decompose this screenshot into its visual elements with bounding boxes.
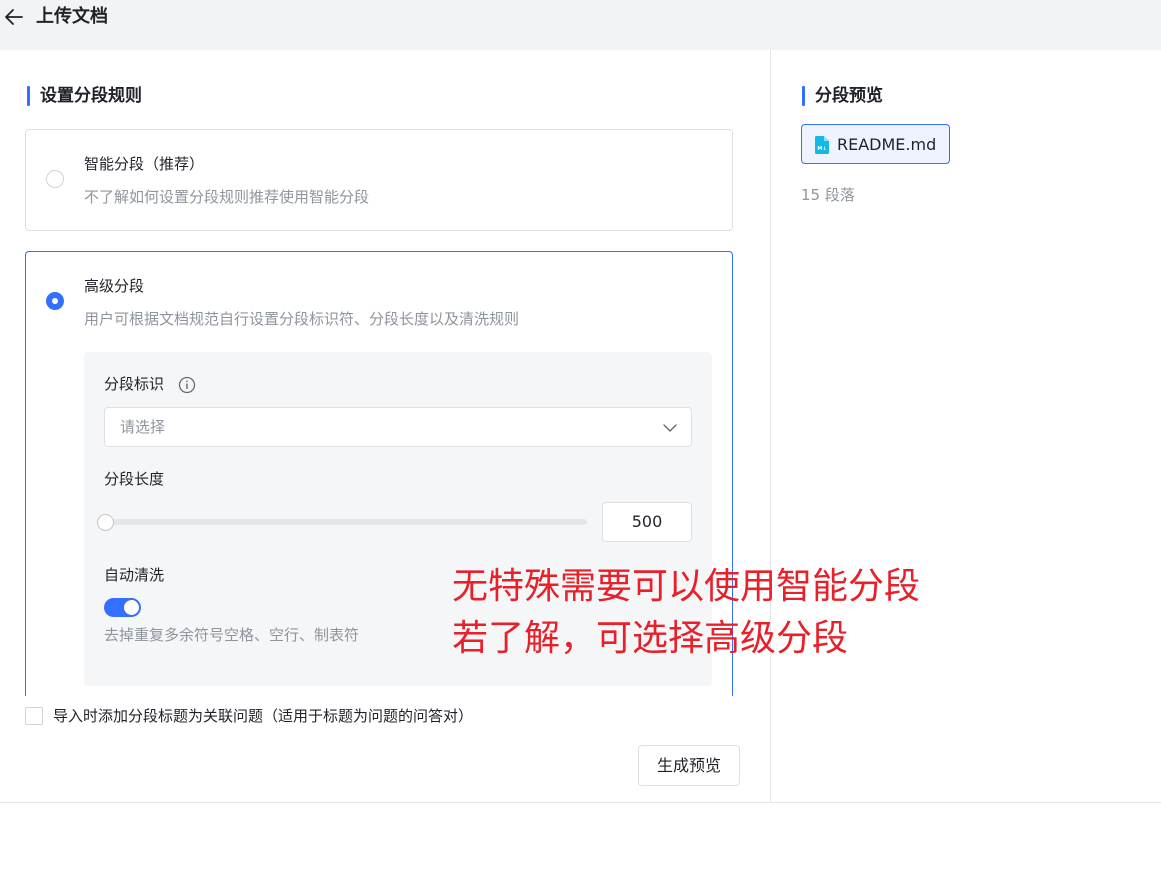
top-bar: 上传文档	[0, 0, 1161, 50]
page-title: 上传文档	[36, 6, 108, 27]
annotation-line-1: 无特殊需要可以使用智能分段	[452, 566, 921, 607]
related-question-label: 导入时添加分段标题为关联问题（适用于标题为问题的问答对）	[53, 707, 474, 725]
advanced-segment-title: 高级分段	[84, 277, 145, 295]
separator-select[interactable]: 请选择	[104, 407, 692, 447]
auto-clean-label: 自动清洗	[104, 566, 165, 584]
file-chip[interactable]: M↓ README.md	[801, 124, 950, 164]
length-input[interactable]: 500	[602, 502, 692, 542]
separator-label: 分段标识	[104, 375, 165, 393]
advanced-segment-radio[interactable]	[46, 292, 64, 310]
svg-text:M↓: M↓	[817, 146, 826, 152]
smart-segment-desc: 不了解如何设置分段规则推荐使用智能分段	[84, 188, 370, 206]
related-question-checkbox[interactable]	[25, 707, 43, 725]
smart-segment-option[interactable]: 智能分段（推荐） 不了解如何设置分段规则推荐使用智能分段	[25, 129, 733, 231]
arrow-left-icon[interactable]	[4, 8, 24, 26]
smart-segment-radio[interactable]	[46, 170, 64, 188]
length-slider-handle[interactable]	[97, 514, 114, 531]
auto-clean-hint: 去掉重复多余符号空格、空行、制表符	[104, 626, 360, 644]
length-label: 分段长度	[104, 470, 165, 488]
length-slider-track[interactable]	[105, 519, 587, 525]
info-icon[interactable]	[178, 376, 196, 394]
segment-count: 15 段落	[801, 186, 855, 204]
footer-divider	[0, 802, 1161, 803]
panel-divider	[770, 50, 771, 802]
annotation-line-2: 若了解，可选择高级分段	[452, 618, 849, 659]
preview-section-title: 分段预览	[802, 85, 883, 107]
markdown-file-icon: M↓	[815, 136, 829, 154]
separator-placeholder: 请选择	[120, 418, 166, 436]
advanced-segment-desc: 用户可根据文档规范自行设置分段标识符、分段长度以及清洗规则	[84, 310, 520, 328]
chevron-down-icon	[663, 424, 677, 432]
auto-clean-toggle[interactable]	[104, 598, 141, 617]
rules-section-title: 设置分段规则	[27, 85, 142, 107]
file-name: README.md	[837, 135, 937, 154]
generate-preview-button[interactable]: 生成预览	[638, 745, 740, 786]
smart-segment-title: 智能分段（推荐）	[84, 155, 205, 173]
